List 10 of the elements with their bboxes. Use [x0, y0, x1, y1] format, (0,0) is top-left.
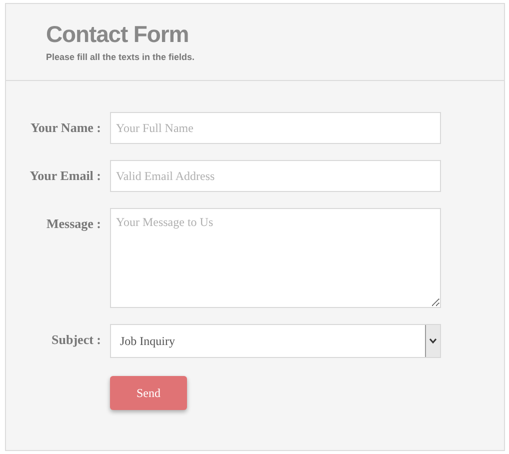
text-field[interactable]: Your Full Name	[110, 112, 441, 144]
message-field[interactable]: Your Message to Us	[110, 208, 441, 308]
field-label: Your Name :	[29, 119, 101, 137]
field-label: Message :	[45, 215, 101, 233]
field-label: Your Email :	[28, 167, 101, 185]
text-field[interactable]: Valid Email Address	[110, 160, 441, 192]
form-subtitle: Please fill all the texts in the fields.	[46, 51, 196, 64]
field-label: Subject :	[50, 331, 101, 349]
form-title: Contact Form	[46, 20, 190, 49]
subject-dropdown[interactable]: Job Inquiry	[110, 324, 441, 358]
